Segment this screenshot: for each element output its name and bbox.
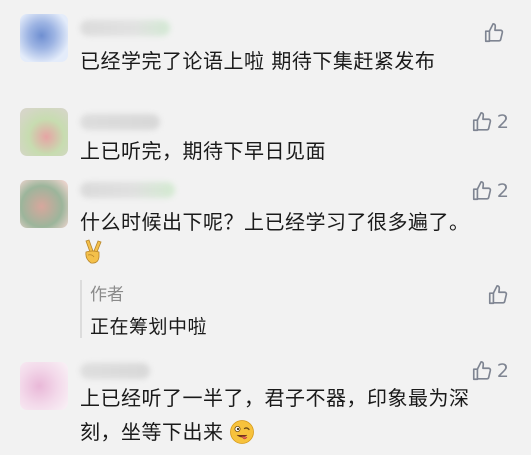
like-count: 2 bbox=[496, 360, 509, 382]
thumbs-up-icon bbox=[472, 181, 492, 201]
avatar[interactable] bbox=[20, 108, 68, 156]
author-reply: 作者 正在筹划中啦 bbox=[80, 280, 510, 338]
like-button[interactable]: 2 bbox=[471, 180, 509, 202]
comment-text-line-1: 上已经听了一半了，君子不器，印象最为深 bbox=[80, 386, 470, 410]
reply-text: 正在筹划中啦 bbox=[90, 316, 208, 338]
username-blurred[interactable] bbox=[80, 20, 170, 36]
avatar[interactable] bbox=[20, 362, 68, 410]
reply-author[interactable]: 作者 bbox=[90, 280, 124, 305]
comment-text: 什么时候出下呢？上已经学习了很多遍了。 bbox=[80, 210, 470, 234]
thumbs-up-icon bbox=[484, 23, 504, 43]
like-count: 2 bbox=[496, 180, 509, 202]
like-button[interactable] bbox=[483, 22, 509, 44]
username-blurred[interactable] bbox=[80, 363, 150, 379]
thumbs-up-icon bbox=[488, 285, 508, 305]
username-blurred[interactable] bbox=[80, 114, 160, 130]
avatar[interactable] bbox=[20, 14, 68, 62]
winking-face-with-tongue-emoji bbox=[229, 419, 255, 449]
comment-text: 已经学完了论语上啦 期待下集赶紧发布 bbox=[80, 49, 436, 73]
like-button[interactable]: 2 bbox=[471, 360, 509, 382]
comment-text-line-2: 刻，坐等下出来 bbox=[80, 420, 224, 444]
thumbs-up-icon bbox=[472, 361, 492, 381]
thumbs-up-icon bbox=[472, 112, 492, 132]
like-count: 2 bbox=[496, 111, 509, 133]
victory-hand-emoji bbox=[80, 239, 104, 269]
comment-text: 上已听完，期待下早日见面 bbox=[80, 139, 326, 163]
like-button[interactable]: 2 bbox=[471, 111, 509, 133]
username-blurred[interactable] bbox=[80, 182, 175, 198]
avatar[interactable] bbox=[20, 180, 68, 228]
reply-like-button[interactable] bbox=[487, 284, 509, 306]
